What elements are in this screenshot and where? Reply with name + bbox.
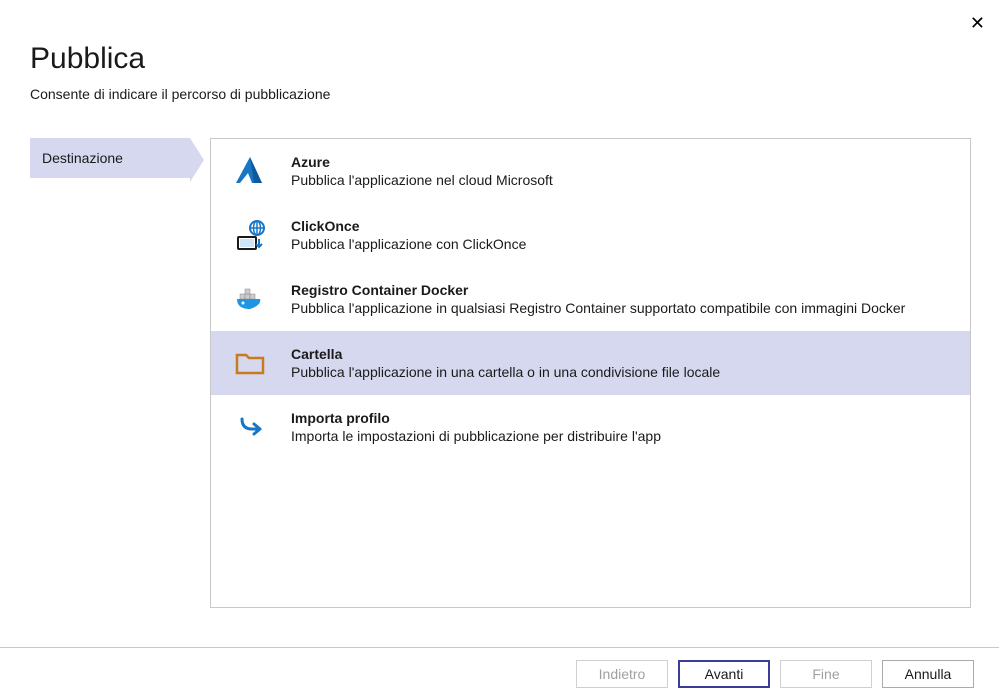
finish-button: Fine: [780, 660, 872, 688]
docker-icon: [225, 281, 275, 317]
option-clickonce[interactable]: ClickOnce Pubblica l'applicazione con Cl…: [211, 203, 970, 267]
clickonce-icon: [225, 217, 275, 253]
sidebar-tab-destination[interactable]: Destinazione: [30, 138, 190, 178]
option-azure[interactable]: Azure Pubblica l'applicazione nel cloud …: [211, 139, 970, 203]
next-button[interactable]: Avanti: [678, 660, 770, 688]
option-desc: Pubblica l'applicazione in qualsiasi Reg…: [291, 300, 956, 316]
sidebar: Destinazione: [30, 138, 200, 608]
import-icon: [225, 409, 275, 445]
option-title: Registro Container Docker: [291, 282, 956, 298]
azure-icon: [225, 153, 275, 189]
option-title: Cartella: [291, 346, 956, 362]
option-docker[interactable]: Registro Container Docker Pubblica l'app…: [211, 267, 970, 331]
cancel-button[interactable]: Annulla: [882, 660, 974, 688]
back-button: Indietro: [576, 660, 668, 688]
option-desc: Importa le impostazioni di pubblicazione…: [291, 428, 956, 444]
option-title: Azure: [291, 154, 956, 170]
option-desc: Pubblica l'applicazione con ClickOnce: [291, 236, 956, 252]
dialog-subtitle: Consente di indicare il percorso di pubb…: [30, 86, 969, 102]
sidebar-tab-label: Destinazione: [42, 150, 123, 166]
option-desc: Pubblica l'applicazione nel cloud Micros…: [291, 172, 956, 188]
option-folder[interactable]: Cartella Pubblica l'applicazione in una …: [211, 331, 970, 395]
dialog-header: Pubblica Consente di indicare il percors…: [0, 0, 999, 112]
close-icon[interactable]: ✕: [970, 14, 985, 32]
option-title: Importa profilo: [291, 410, 956, 426]
options-panel: Azure Pubblica l'applicazione nel cloud …: [210, 138, 971, 608]
folder-icon: [225, 345, 275, 381]
dialog-title: Pubblica: [30, 42, 969, 76]
dialog-footer: Indietro Avanti Fine Annulla: [0, 647, 999, 700]
option-desc: Pubblica l'applicazione in una cartella …: [291, 364, 956, 380]
option-title: ClickOnce: [291, 218, 956, 234]
option-import-profile[interactable]: Importa profilo Importa le impostazioni …: [211, 395, 970, 459]
